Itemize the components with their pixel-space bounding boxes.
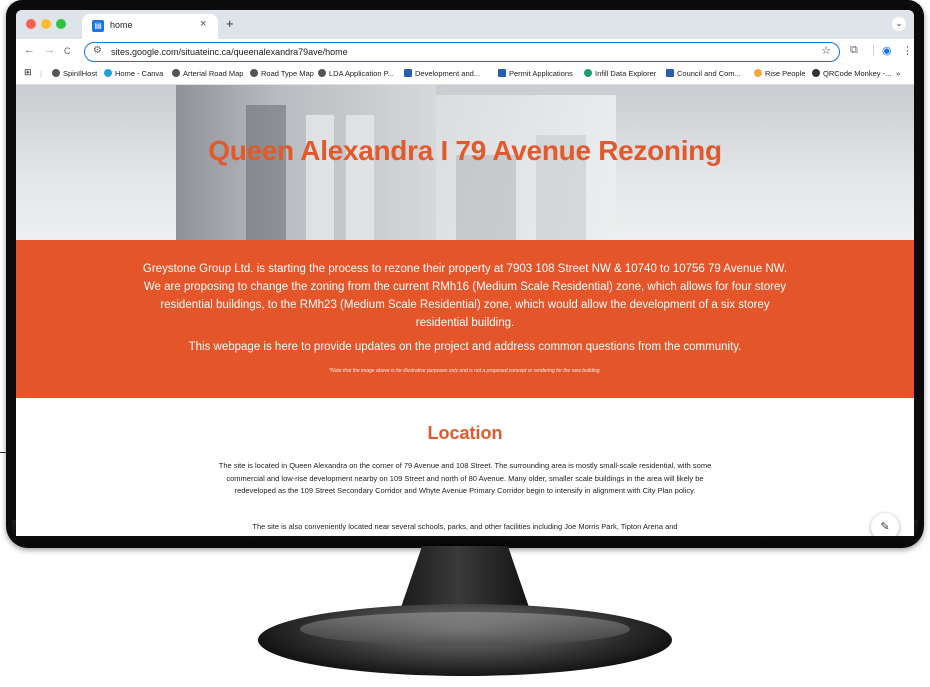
screen: ▤ home × + ⌄ ← → C ⚙ sites.google.com/si… [16, 10, 914, 536]
data-explorer-icon [584, 69, 592, 77]
globe-icon [172, 69, 180, 77]
tab-title: home [110, 20, 133, 30]
minimize-window-button[interactable] [41, 19, 51, 29]
url-text: sites.google.com/situateinc.ca/queenalex… [111, 47, 348, 57]
hero-building-window [306, 115, 334, 240]
edit-pencil-icon[interactable]: ✎ [871, 513, 899, 536]
apps-grid-icon[interactable]: ⊞ [24, 67, 32, 78]
bookmarks-bar: ⊞ | SpinIlHost Home - Canva Arterial Roa… [16, 65, 914, 85]
globe-icon [250, 69, 258, 77]
forward-button[interactable]: → [44, 44, 55, 56]
toolbar-divider: | [872, 44, 875, 56]
bookmark-item[interactable]: Arterial Road Map [172, 69, 243, 78]
rise-icon [754, 69, 762, 77]
intro-paragraph: Greystone Group Ltd. is starting the pro… [142, 263, 788, 329]
close-window-button[interactable] [26, 19, 36, 29]
back-button[interactable]: ← [24, 44, 35, 56]
new-tab-button[interactable]: + [226, 16, 234, 31]
edmonton-icon [498, 69, 506, 77]
bookmark-item[interactable]: Infill Data Explorer [584, 69, 656, 78]
globe-icon [318, 69, 326, 77]
navigation-bar: ← → C ⚙ sites.google.com/situateinc.ca/q… [16, 39, 914, 65]
location-paragraph-2: The site is also conveniently located ne… [252, 522, 678, 531]
hero-banner: Queen Alexandra I 79 Avenue Rezoning [16, 85, 914, 240]
maximize-window-button[interactable] [56, 19, 66, 29]
bookmark-star-icon[interactable]: ☆ [821, 44, 831, 57]
bookmark-item[interactable]: Rise People [754, 69, 805, 78]
page-content: Queen Alexandra I 79 Avenue Rezoning Gre… [16, 85, 914, 536]
bookmark-item[interactable]: QRCode Monkey -... [812, 69, 891, 78]
sites-favicon-icon: ▤ [92, 20, 104, 32]
bookmark-item[interactable]: Council and Com... [666, 69, 741, 78]
bookmark-item[interactable]: Road Type Map [250, 69, 314, 78]
tab-search-icon[interactable]: ⌄ [892, 17, 906, 31]
purpose-paragraph: This webpage is here to provide updates … [188, 341, 742, 353]
profile-icon[interactable]: ◉ [882, 44, 892, 57]
bookmarks-overflow-icon[interactable]: » [896, 69, 900, 78]
reload-button[interactable]: C [64, 46, 71, 56]
edmonton-icon [404, 69, 412, 77]
location-paragraph: The site is located in Queen Alexandra o… [218, 461, 712, 495]
canva-icon [104, 69, 112, 77]
qrcode-monkey-icon [812, 69, 820, 77]
extensions-icon[interactable]: ⧉ [850, 44, 858, 57]
bookmarks-divider: | [40, 69, 42, 78]
tab-home[interactable]: ▤ home × [82, 14, 218, 39]
tab-bar: ▤ home × + ⌄ [16, 10, 914, 39]
edmonton-icon [666, 69, 674, 77]
monitor: ▤ home × + ⌄ ← → C ⚙ sites.google.com/si… [0, 0, 930, 687]
monitor-base-shine [300, 612, 630, 646]
bookmark-item[interactable]: Permit Applications [498, 69, 573, 78]
bookmark-item[interactable]: SpinIlHost [52, 69, 97, 78]
menu-icon[interactable]: ⋮ [902, 44, 913, 57]
page-title: Queen Alexandra I 79 Avenue Rezoning [208, 135, 722, 166]
globe-icon [52, 69, 60, 77]
tab-close-icon[interactable]: × [200, 18, 206, 30]
hero-building-window [346, 115, 374, 240]
image-note: *Note that the image above is for illust… [329, 368, 601, 374]
site-info-icon[interactable]: ⚙ [93, 45, 102, 56]
location-heading: Location [427, 423, 503, 443]
hero-building-window [246, 105, 286, 240]
bookmark-item[interactable]: LDA Application P... [318, 69, 394, 78]
intro-band: Greystone Group Ltd. is starting the pro… [16, 240, 914, 398]
hero-building-window [456, 155, 516, 240]
bookmark-item[interactable]: Home - Canva [104, 69, 163, 78]
address-bar[interactable]: ⚙ sites.google.com/situateinc.ca/queenal… [84, 42, 840, 62]
bookmark-item[interactable]: Development and... [404, 69, 480, 78]
